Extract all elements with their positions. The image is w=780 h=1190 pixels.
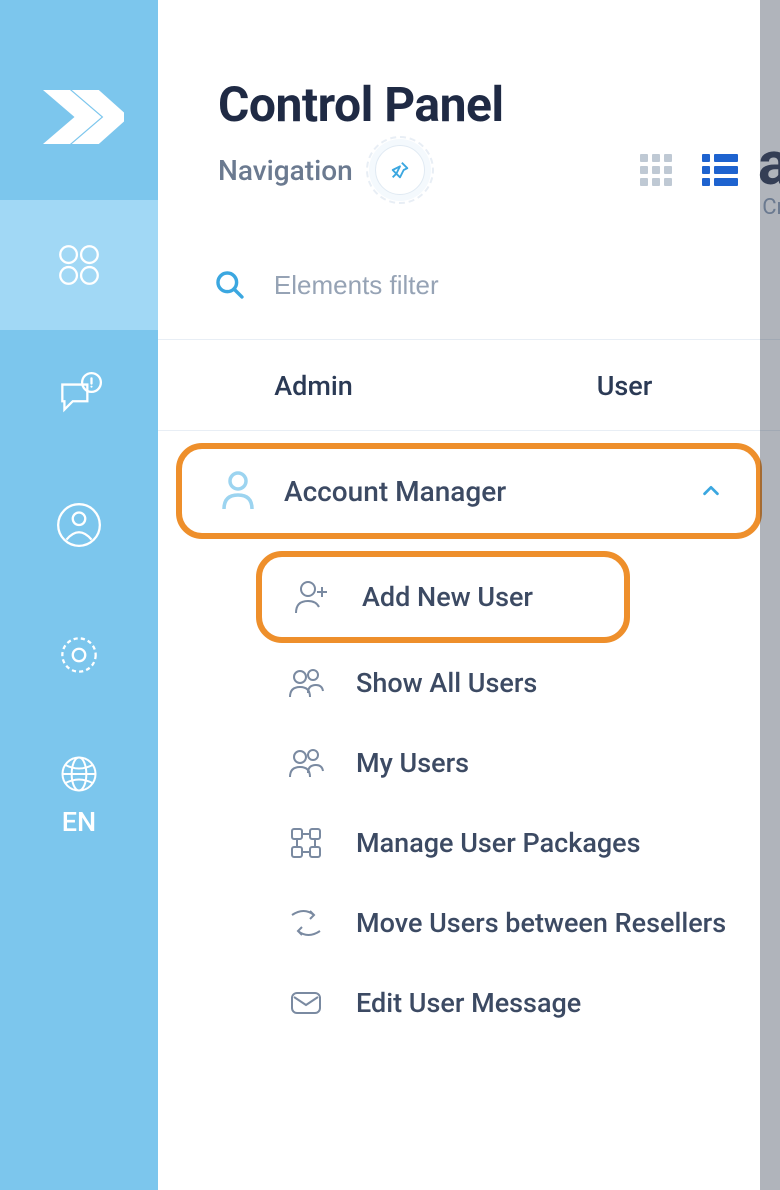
user-circle-icon <box>54 500 104 550</box>
subitem-label: My Users <box>356 747 469 779</box>
subitem-edit-user-message[interactable]: Edit User Message <box>256 963 780 1043</box>
subitem-label: Manage User Packages <box>356 827 641 859</box>
subitem-label: Show All Users <box>356 667 537 699</box>
sidebar-item-dashboard[interactable] <box>0 200 158 330</box>
tab-admin[interactable]: Admin <box>158 340 469 430</box>
language-label: EN <box>62 806 96 838</box>
chevron-up-icon <box>700 480 722 502</box>
subitem-move-users[interactable]: Move Users between Resellers <box>256 883 780 963</box>
subitem-my-users[interactable]: My Users <box>256 723 780 803</box>
page-title: Control Panel <box>218 76 740 133</box>
subitem-label: Move Users between Resellers <box>356 907 726 939</box>
grid-circles-icon <box>54 240 104 290</box>
mail-icon <box>286 983 326 1023</box>
user-plus-icon <box>292 577 332 617</box>
group-account-manager[interactable]: Account Manager <box>176 443 762 539</box>
tabs: Admin User <box>158 340 780 431</box>
grid-view-button[interactable] <box>638 150 678 190</box>
pin-icon <box>389 159 411 181</box>
pin-button[interactable] <box>375 145 425 195</box>
group-label: Account Manager <box>284 475 700 508</box>
user-icon <box>218 469 258 513</box>
background-partial-text: a <box>758 128 780 199</box>
sidebar-item-language[interactable]: EN <box>0 720 158 870</box>
filter-input[interactable] <box>274 270 740 301</box>
navigation-panel: Control Panel Navigation <box>158 0 780 1190</box>
chat-alert-icon <box>54 370 104 420</box>
subitem-add-new-user[interactable]: Add New User <box>256 551 630 643</box>
logo-icon <box>34 72 124 162</box>
logo <box>0 0 158 200</box>
gear-icon <box>54 630 104 680</box>
sidebar-item-settings[interactable] <box>0 590 158 720</box>
vertical-sidebar: EN <box>0 0 158 1190</box>
globe-icon <box>57 752 101 796</box>
subitem-label: Add New User <box>362 581 533 613</box>
list-view-button[interactable] <box>700 150 740 190</box>
navigation-label: Navigation <box>218 154 353 187</box>
users-icon <box>286 663 326 703</box>
background-partial-sub: Cr <box>762 195 780 220</box>
subitem-show-all-users[interactable]: Show All Users <box>256 643 780 723</box>
search-icon <box>214 267 246 303</box>
tab-user[interactable]: User <box>469 340 780 430</box>
sidebar-item-messages[interactable] <box>0 330 158 460</box>
subitem-label: Edit User Message <box>356 987 581 1019</box>
move-icon <box>286 903 326 943</box>
users-icon <box>286 743 326 783</box>
subitem-manage-user-packages[interactable]: Manage User Packages <box>256 803 780 883</box>
packages-icon <box>286 823 326 863</box>
sidebar-item-profile[interactable] <box>0 460 158 590</box>
